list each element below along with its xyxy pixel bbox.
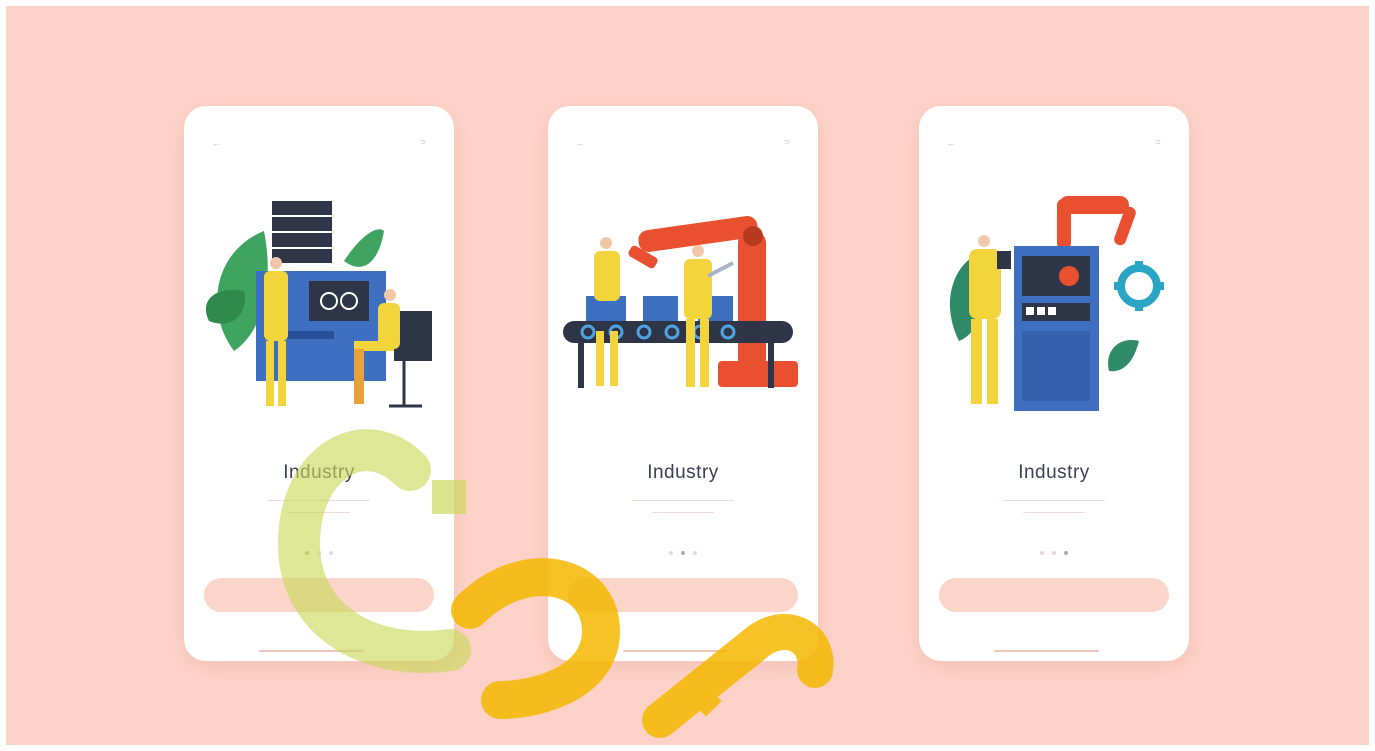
home-indicator <box>623 650 728 652</box>
illustration-robot-arm <box>563 216 798 388</box>
skip-icon[interactable]: ⊃ <box>784 138 790 148</box>
next-button[interactable] <box>568 578 798 612</box>
page-indicator <box>548 544 818 555</box>
subtitle-line-short <box>1023 512 1085 513</box>
next-button[interactable] <box>204 578 434 612</box>
page-dot-3[interactable] <box>329 550 333 555</box>
subtitle-line <box>632 500 734 501</box>
top-bar: ← ⊃ <box>576 138 790 148</box>
skip-icon[interactable]: ⊃ <box>1155 138 1161 148</box>
illustration-machine-gear <box>949 196 1164 411</box>
page-dot-1[interactable] <box>305 550 309 555</box>
top-bar: ← ⊃ <box>947 138 1161 148</box>
back-arrow-icon[interactable]: ← <box>947 138 956 148</box>
page-indicator <box>919 544 1189 555</box>
home-indicator <box>994 650 1099 652</box>
illustration-control-panel <box>205 201 432 408</box>
back-arrow-icon[interactable]: ← <box>576 138 585 148</box>
screen-title: Industry <box>1018 462 1090 483</box>
page-dot-2[interactable] <box>681 550 685 555</box>
page-dot-1[interactable] <box>1040 550 1044 555</box>
page-dot-3[interactable] <box>693 550 697 555</box>
back-arrow-icon[interactable]: ← <box>212 138 221 148</box>
screen-title: Industry <box>283 462 355 483</box>
subtitle-line-short <box>288 512 350 513</box>
top-bar: ← ⊃ <box>212 138 426 148</box>
onboarding-screen-1: ← ⊃ Industry <box>184 106 454 661</box>
presentation-background: ← ⊃ Industry ← ⊃ Industry ← ⊃ Industry <box>6 6 1369 745</box>
next-button[interactable] <box>939 578 1169 612</box>
subtitle-line <box>268 500 370 501</box>
page-dot-1[interactable] <box>669 550 673 555</box>
page-dot-3[interactable] <box>1064 550 1068 555</box>
page-dot-2[interactable] <box>1052 550 1056 555</box>
onboarding-screen-2: ← ⊃ Industry <box>548 106 818 661</box>
page-dot-2[interactable] <box>317 550 321 555</box>
skip-icon[interactable]: ⊃ <box>420 138 426 148</box>
onboarding-screen-3: ← ⊃ Industry <box>919 106 1189 661</box>
subtitle-line <box>1003 500 1105 501</box>
page-indicator <box>184 544 454 555</box>
screen-title: Industry <box>647 462 719 483</box>
subtitle-line-short <box>652 512 714 513</box>
home-indicator <box>259 650 364 652</box>
